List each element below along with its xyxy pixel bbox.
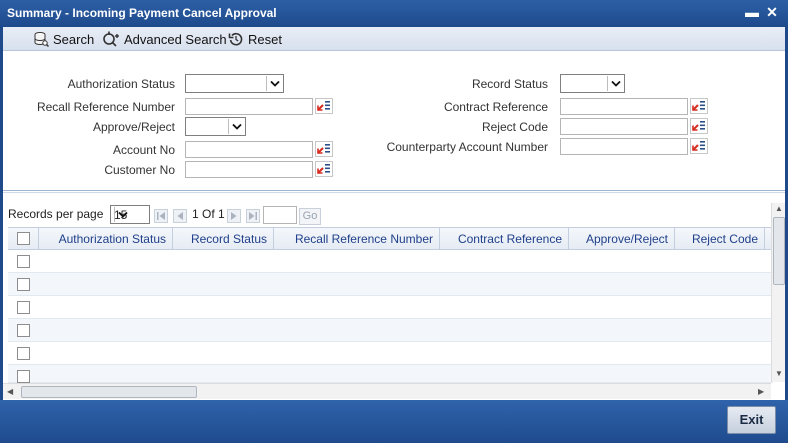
scroll-right-icon[interactable]: ▶ xyxy=(758,387,764,396)
customer-no-label: Customer No xyxy=(104,163,175,177)
toolbar: Search Advanced Search Reset xyxy=(0,27,788,51)
minimize-icon[interactable]: ▬ xyxy=(744,3,760,21)
close-icon[interactable]: ✕ xyxy=(764,3,780,21)
results-panel: Records per page 15 1 Of 1 Go Authorizat… xyxy=(3,192,785,400)
account-no-label: Account No xyxy=(112,143,175,157)
approve-reject-label: Approve/Reject xyxy=(92,120,175,134)
table-row[interactable] xyxy=(8,319,773,342)
list-of-values-icon[interactable] xyxy=(315,141,333,157)
column-header-record-status[interactable]: Record Status xyxy=(173,228,274,250)
search-button[interactable]: Search xyxy=(33,30,94,48)
contract-reference-label: Contract Reference xyxy=(443,100,548,114)
reset-icon xyxy=(228,31,244,47)
scroll-up-icon[interactable]: ▲ xyxy=(775,204,783,213)
table-row[interactable] xyxy=(8,250,773,273)
last-page-icon[interactable] xyxy=(246,209,260,223)
column-header-recall-reference-number[interactable]: Recall Reference Number xyxy=(274,228,440,250)
list-of-values-icon[interactable] xyxy=(690,118,708,134)
account-no-input[interactable] xyxy=(185,141,313,158)
select-all-cell xyxy=(8,228,39,250)
authorization-status-label: Authorization Status xyxy=(67,77,175,91)
list-of-values-icon[interactable] xyxy=(690,138,708,154)
vertical-scrollbar[interactable]: ▲ ▼ xyxy=(771,203,785,382)
row-checkbox[interactable] xyxy=(17,370,30,383)
vertical-scroll-thumb[interactable] xyxy=(773,217,785,285)
recall-reference-number-input[interactable] xyxy=(185,98,313,115)
advanced-search-button[interactable]: Advanced Search xyxy=(102,30,227,48)
record-status-select[interactable] xyxy=(560,74,625,93)
reject-code-label: Reject Code xyxy=(481,120,548,134)
column-header-reject-code[interactable]: Reject Code xyxy=(675,228,765,250)
column-header-approve-reject[interactable]: Approve/Reject xyxy=(569,228,675,250)
footer-bar xyxy=(0,400,788,443)
row-checkbox[interactable] xyxy=(17,301,30,314)
contract-reference-input[interactable] xyxy=(560,98,688,115)
records-per-page-select[interactable]: 15 xyxy=(110,205,150,224)
previous-page-icon[interactable] xyxy=(173,209,187,223)
record-status-label: Record Status xyxy=(471,77,548,91)
scroll-left-icon[interactable]: ◀ xyxy=(7,387,13,396)
search-icon xyxy=(33,31,49,47)
window-title: Summary - Incoming Payment Cancel Approv… xyxy=(7,6,277,20)
counterparty-account-number-input[interactable] xyxy=(560,138,688,155)
chevron-down-icon xyxy=(114,207,130,222)
records-per-page-label: Records per page xyxy=(8,207,104,221)
customer-no-input[interactable] xyxy=(185,161,313,178)
pager: Records per page 15 1 Of 1 Go xyxy=(3,193,773,229)
column-header-contract-reference[interactable]: Contract Reference xyxy=(440,228,569,250)
authorization-status-select[interactable] xyxy=(185,74,284,93)
chevron-down-icon xyxy=(266,76,282,91)
advanced-search-label: Advanced Search xyxy=(124,31,227,47)
list-of-values-icon[interactable] xyxy=(315,161,333,177)
row-checkbox[interactable] xyxy=(17,278,30,291)
table-row[interactable] xyxy=(8,273,773,296)
exit-button[interactable]: Exit xyxy=(727,406,776,434)
row-checkbox[interactable] xyxy=(17,324,30,337)
next-page-icon[interactable] xyxy=(227,209,241,223)
go-button[interactable]: Go xyxy=(299,208,321,225)
chevron-down-icon xyxy=(607,76,623,91)
search-form: Authorization Status Recall Reference Nu… xyxy=(3,51,785,191)
counterparty-account-number-label: Counterparty Account Number xyxy=(386,140,548,154)
search-label: Search xyxy=(53,31,95,47)
row-checkbox[interactable] xyxy=(17,347,30,360)
advanced-search-icon xyxy=(102,31,120,47)
reset-button[interactable]: Reset xyxy=(228,30,282,48)
approve-reject-select[interactable] xyxy=(185,117,246,136)
table-row[interactable] xyxy=(8,365,773,383)
scroll-down-icon[interactable]: ▼ xyxy=(775,369,783,378)
reset-label: Reset xyxy=(248,31,282,47)
title-bar: Summary - Incoming Payment Cancel Approv… xyxy=(0,0,788,27)
column-header-authorization-status[interactable]: Authorization Status xyxy=(39,228,173,250)
recall-reference-number-label: Recall Reference Number xyxy=(36,100,175,114)
table-row[interactable] xyxy=(8,342,773,365)
select-all-checkbox[interactable] xyxy=(17,232,30,245)
table-row[interactable] xyxy=(8,296,773,319)
row-checkbox[interactable] xyxy=(17,255,30,268)
page-number-input[interactable] xyxy=(263,206,297,224)
horizontal-scrollbar[interactable]: ◀ ▶ xyxy=(3,383,771,399)
reject-code-input[interactable] xyxy=(560,118,688,135)
first-page-icon[interactable] xyxy=(154,209,168,223)
list-of-values-icon[interactable] xyxy=(690,98,708,114)
chevron-down-icon xyxy=(228,119,244,134)
list-of-values-icon[interactable] xyxy=(315,98,333,114)
table-header: Authorization Status Record Status Recal… xyxy=(8,227,773,250)
horizontal-scroll-thumb[interactable] xyxy=(21,386,197,398)
page-info: 1 Of 1 xyxy=(192,207,225,221)
